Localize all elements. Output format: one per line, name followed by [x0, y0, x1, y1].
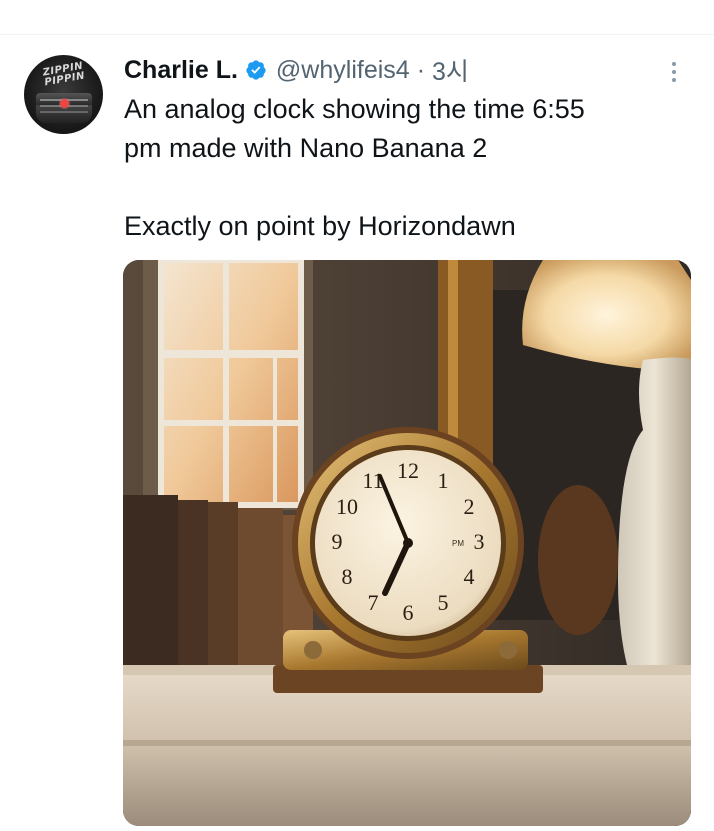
separator-dot: · [416, 55, 426, 84]
clock-numeral: 12 [397, 458, 419, 483]
top-divider [0, 34, 714, 35]
tweet-text-blank-line [124, 168, 684, 207]
tweet-media-image[interactable]: 12 1 2 3 4 5 6 7 8 9 10 11 PM [123, 260, 691, 826]
tweet-text: An analog clock showing the time 6:55 pm… [124, 90, 684, 246]
tweet-text-line: pm made with Nano Banana 2 [124, 133, 488, 163]
clock-numeral: 7 [368, 590, 379, 615]
verified-badge-icon [246, 60, 266, 80]
avatar-graphic [36, 93, 92, 123]
clock-numeral: 3 [474, 529, 485, 554]
clock-numeral: 4 [464, 564, 475, 589]
tweet-header: Charlie L. @whylifeis4 · 3시 [124, 52, 469, 88]
avatar-dot [60, 99, 69, 108]
avatar[interactable]: ZIPPIN PIPPIN [24, 55, 103, 134]
clock-numeral: 10 [336, 494, 358, 519]
clock-numeral: 9 [332, 529, 343, 554]
author-handle[interactable]: @whylifeis4 [276, 56, 410, 85]
clock-numeral: 5 [438, 590, 449, 615]
clock-numeral: 1 [438, 468, 449, 493]
clock-numeral: 2 [464, 494, 475, 519]
tweet-text-line: An analog clock showing the time 6:55 [124, 94, 585, 124]
clock-numeral: 6 [403, 600, 414, 625]
author-display-name[interactable]: Charlie L. [124, 56, 238, 85]
clock-numeral: 8 [342, 564, 353, 589]
more-options-icon[interactable] [662, 58, 686, 86]
timestamp[interactable]: 3시 [432, 52, 469, 88]
clock-scene-illustration: 12 1 2 3 4 5 6 7 8 9 10 11 PM [123, 260, 691, 826]
tweet-text-line: Exactly on point by Horizondawn [124, 211, 516, 241]
avatar-logo-text: ZIPPIN PIPPIN [42, 60, 86, 89]
clock-pm-label: PM [452, 539, 464, 548]
